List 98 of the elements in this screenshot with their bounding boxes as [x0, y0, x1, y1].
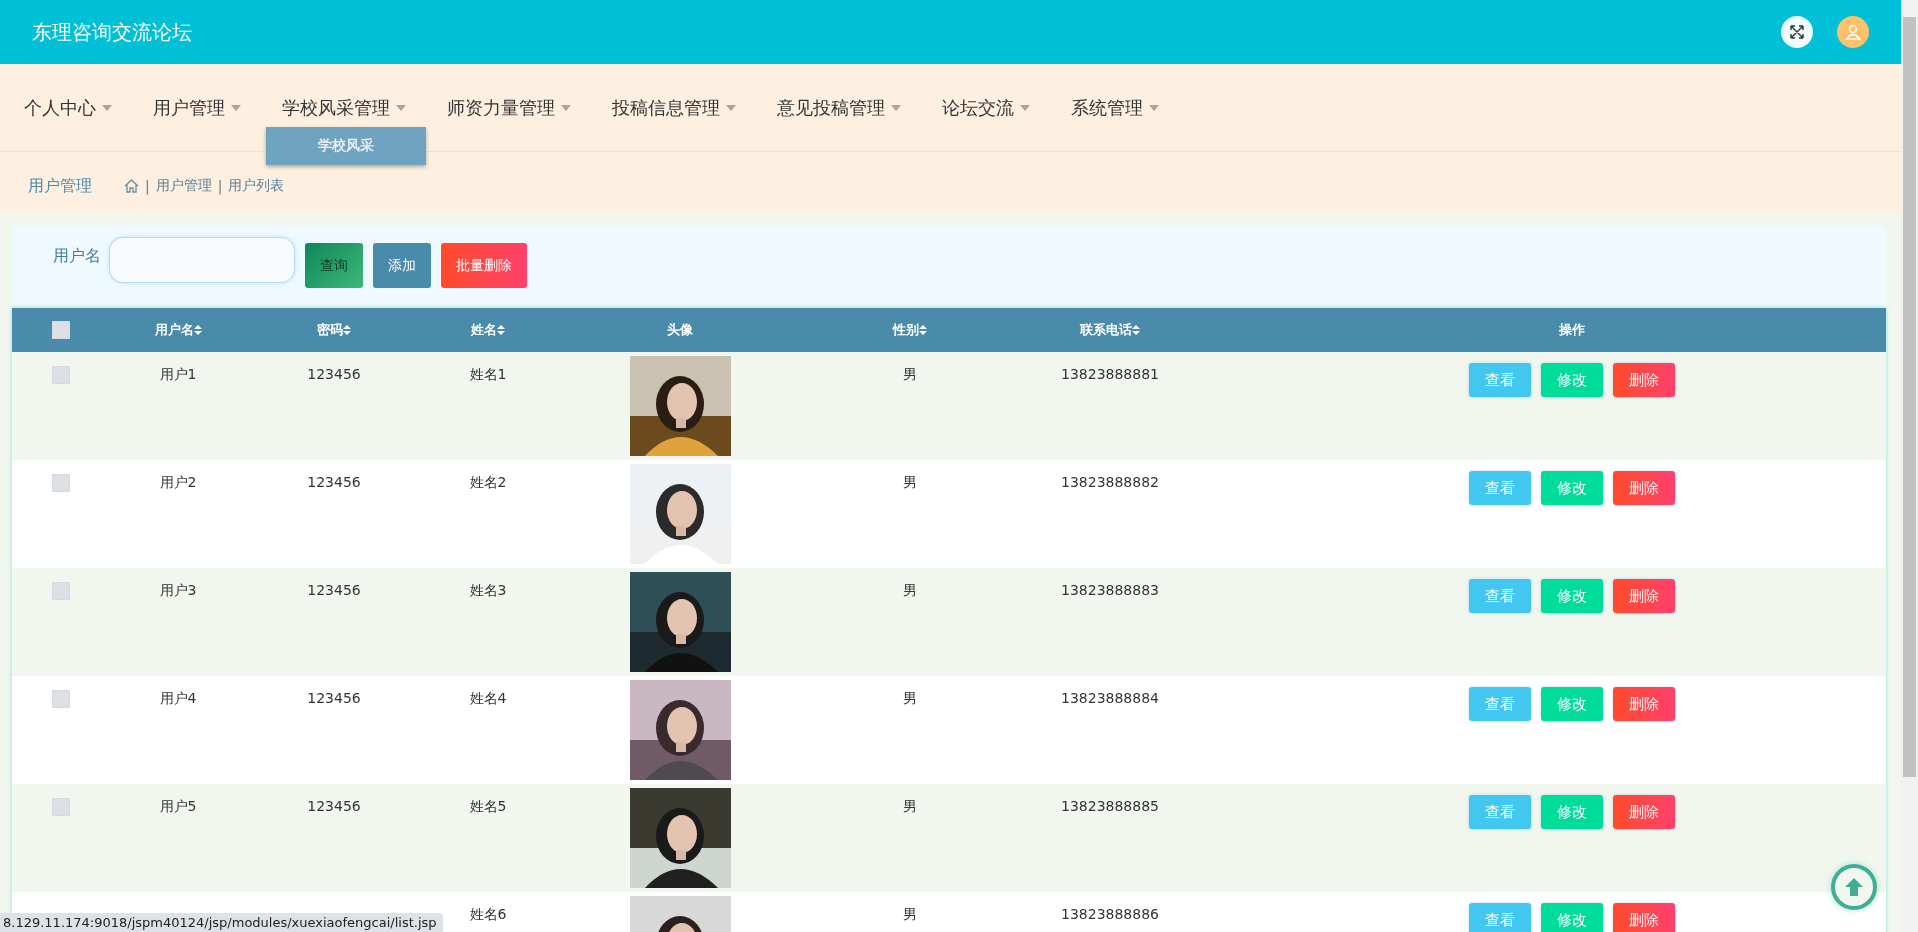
view-button[interactable]: 查看 [1469, 471, 1531, 505]
table-cell: 123456 [307, 690, 361, 706]
table-cell: 姓名6 [469, 906, 507, 924]
page-title: 用户管理 [28, 175, 92, 197]
column-header[interactable]: 姓名 [471, 321, 497, 339]
user-icon[interactable] [1837, 16, 1869, 48]
table-cell: 姓名5 [469, 798, 507, 816]
dropdown-item[interactable]: 学校风采 [266, 126, 426, 165]
view-button[interactable]: 查看 [1469, 903, 1531, 932]
sort-icon[interactable] [919, 325, 927, 335]
status-url: 8.129.11.174:9018/jspm40124/jsp/modules/xuexiaofengcai/list.jsp [0, 913, 443, 932]
table-cell: 男 [903, 366, 917, 384]
table-cell: 123456 [307, 582, 361, 598]
username-field[interactable] [109, 236, 295, 283]
edit-button[interactable]: 修改 [1541, 363, 1603, 397]
sort-icon[interactable] [343, 325, 351, 335]
table-cell: 123456 [307, 366, 361, 382]
caret-icon [102, 104, 112, 111]
nav-menu-item[interactable]: 学校风采管理 [282, 95, 390, 120]
table-cell: 男 [903, 906, 917, 924]
row-checkbox[interactable] [52, 798, 70, 816]
home-icon[interactable] [124, 179, 139, 193]
table-cell: 用户1 [159, 366, 197, 384]
view-button[interactable]: 查看 [1469, 363, 1531, 397]
field-label: 用户名 [53, 246, 101, 267]
table-cell: 123456 [307, 798, 361, 814]
sort-icon[interactable] [497, 325, 505, 335]
table-cell: 13823888885 [1061, 798, 1159, 814]
caret-icon [231, 104, 241, 111]
fullscreen-icon[interactable] [1781, 16, 1813, 48]
caret-icon [396, 104, 406, 111]
delete-button[interactable]: 删除 [1613, 471, 1675, 505]
delete-button[interactable]: 删除 [1613, 903, 1675, 932]
delete-button[interactable]: 删除 [1613, 363, 1675, 397]
view-button[interactable]: 查看 [1469, 687, 1531, 721]
table-cell: 13823888881 [1061, 366, 1159, 382]
table-cell: 用户4 [159, 690, 197, 708]
caret-icon [891, 104, 901, 111]
batch-delete-button[interactable]: 批量删除 [441, 243, 527, 288]
edit-button[interactable]: 修改 [1541, 687, 1603, 721]
caret-icon [1020, 104, 1030, 111]
table-cell: 男 [903, 474, 917, 492]
row-checkbox[interactable] [52, 582, 70, 600]
table-cell: 姓名1 [469, 366, 507, 384]
scrollbar[interactable] [1901, 0, 1918, 932]
caret-icon [726, 104, 736, 111]
row-checkbox[interactable] [52, 366, 70, 384]
table-cell: 姓名4 [469, 690, 507, 708]
view-button[interactable]: 查看 [1469, 579, 1531, 613]
delete-button[interactable]: 删除 [1613, 687, 1675, 721]
edit-button[interactable]: 修改 [1541, 903, 1603, 932]
edit-button[interactable]: 修改 [1541, 795, 1603, 829]
column-header: 操作 [1559, 321, 1585, 339]
table-cell: 男 [903, 582, 917, 600]
table-cell: 用户3 [159, 582, 197, 600]
caret-icon [1149, 104, 1159, 111]
table-cell: 男 [903, 798, 917, 816]
sort-icon[interactable] [1132, 325, 1140, 335]
breadcrumb-separator: | [217, 178, 223, 194]
breadcrumb-link[interactable]: 用户列表 [228, 177, 285, 195]
row-checkbox[interactable] [52, 474, 70, 492]
column-header[interactable]: 联系电话 [1080, 321, 1132, 339]
nav-menu-item[interactable]: 用户管理 [153, 95, 225, 120]
nav-menu-item[interactable]: 论坛交流 [942, 95, 1014, 120]
table-cell: 123456 [307, 474, 361, 490]
row-checkbox[interactable] [52, 690, 70, 708]
table-cell: 13823888886 [1061, 906, 1159, 922]
table-cell: 13823888882 [1061, 474, 1159, 490]
edit-button[interactable]: 修改 [1541, 471, 1603, 505]
table-cell: 用户2 [159, 474, 197, 492]
edit-button[interactable]: 修改 [1541, 579, 1603, 613]
table-cell: 用户5 [159, 798, 197, 816]
table-cell: 13823888884 [1061, 690, 1159, 706]
delete-button[interactable]: 删除 [1613, 579, 1675, 613]
caret-icon [561, 104, 571, 111]
sort-icon[interactable] [193, 325, 202, 335]
table-cell: 男 [903, 690, 917, 708]
nav-menu-item[interactable]: 师资力量管理 [447, 95, 555, 120]
add-button[interactable]: 添加 [373, 243, 431, 288]
column-header[interactable]: 密码 [317, 321, 343, 339]
search-button[interactable]: 查询 [305, 243, 363, 288]
select-all-checkbox[interactable] [52, 321, 70, 339]
nav-menu-item[interactable]: 意见投稿管理 [777, 95, 885, 120]
arrow-up-icon [1844, 877, 1864, 897]
breadcrumb-separator: | [145, 178, 150, 194]
column-header[interactable]: 用户名 [154, 321, 194, 339]
breadcrumb-link[interactable]: 用户管理 [155, 177, 212, 195]
table-cell: 姓名3 [469, 582, 507, 600]
delete-button[interactable]: 删除 [1613, 795, 1675, 829]
table-cell: 姓名2 [469, 474, 507, 492]
column-header[interactable]: 性别 [893, 321, 919, 339]
site-title: 东理咨询交流论坛 [32, 18, 193, 46]
nav-menu-item[interactable]: 个人中心 [24, 95, 96, 120]
column-header: 头像 [667, 321, 693, 339]
nav-menu-item[interactable]: 系统管理 [1071, 95, 1143, 120]
view-button[interactable]: 查看 [1469, 795, 1531, 829]
table-cell: 13823888883 [1061, 582, 1159, 598]
nav-menu-item[interactable]: 投稿信息管理 [612, 95, 720, 120]
